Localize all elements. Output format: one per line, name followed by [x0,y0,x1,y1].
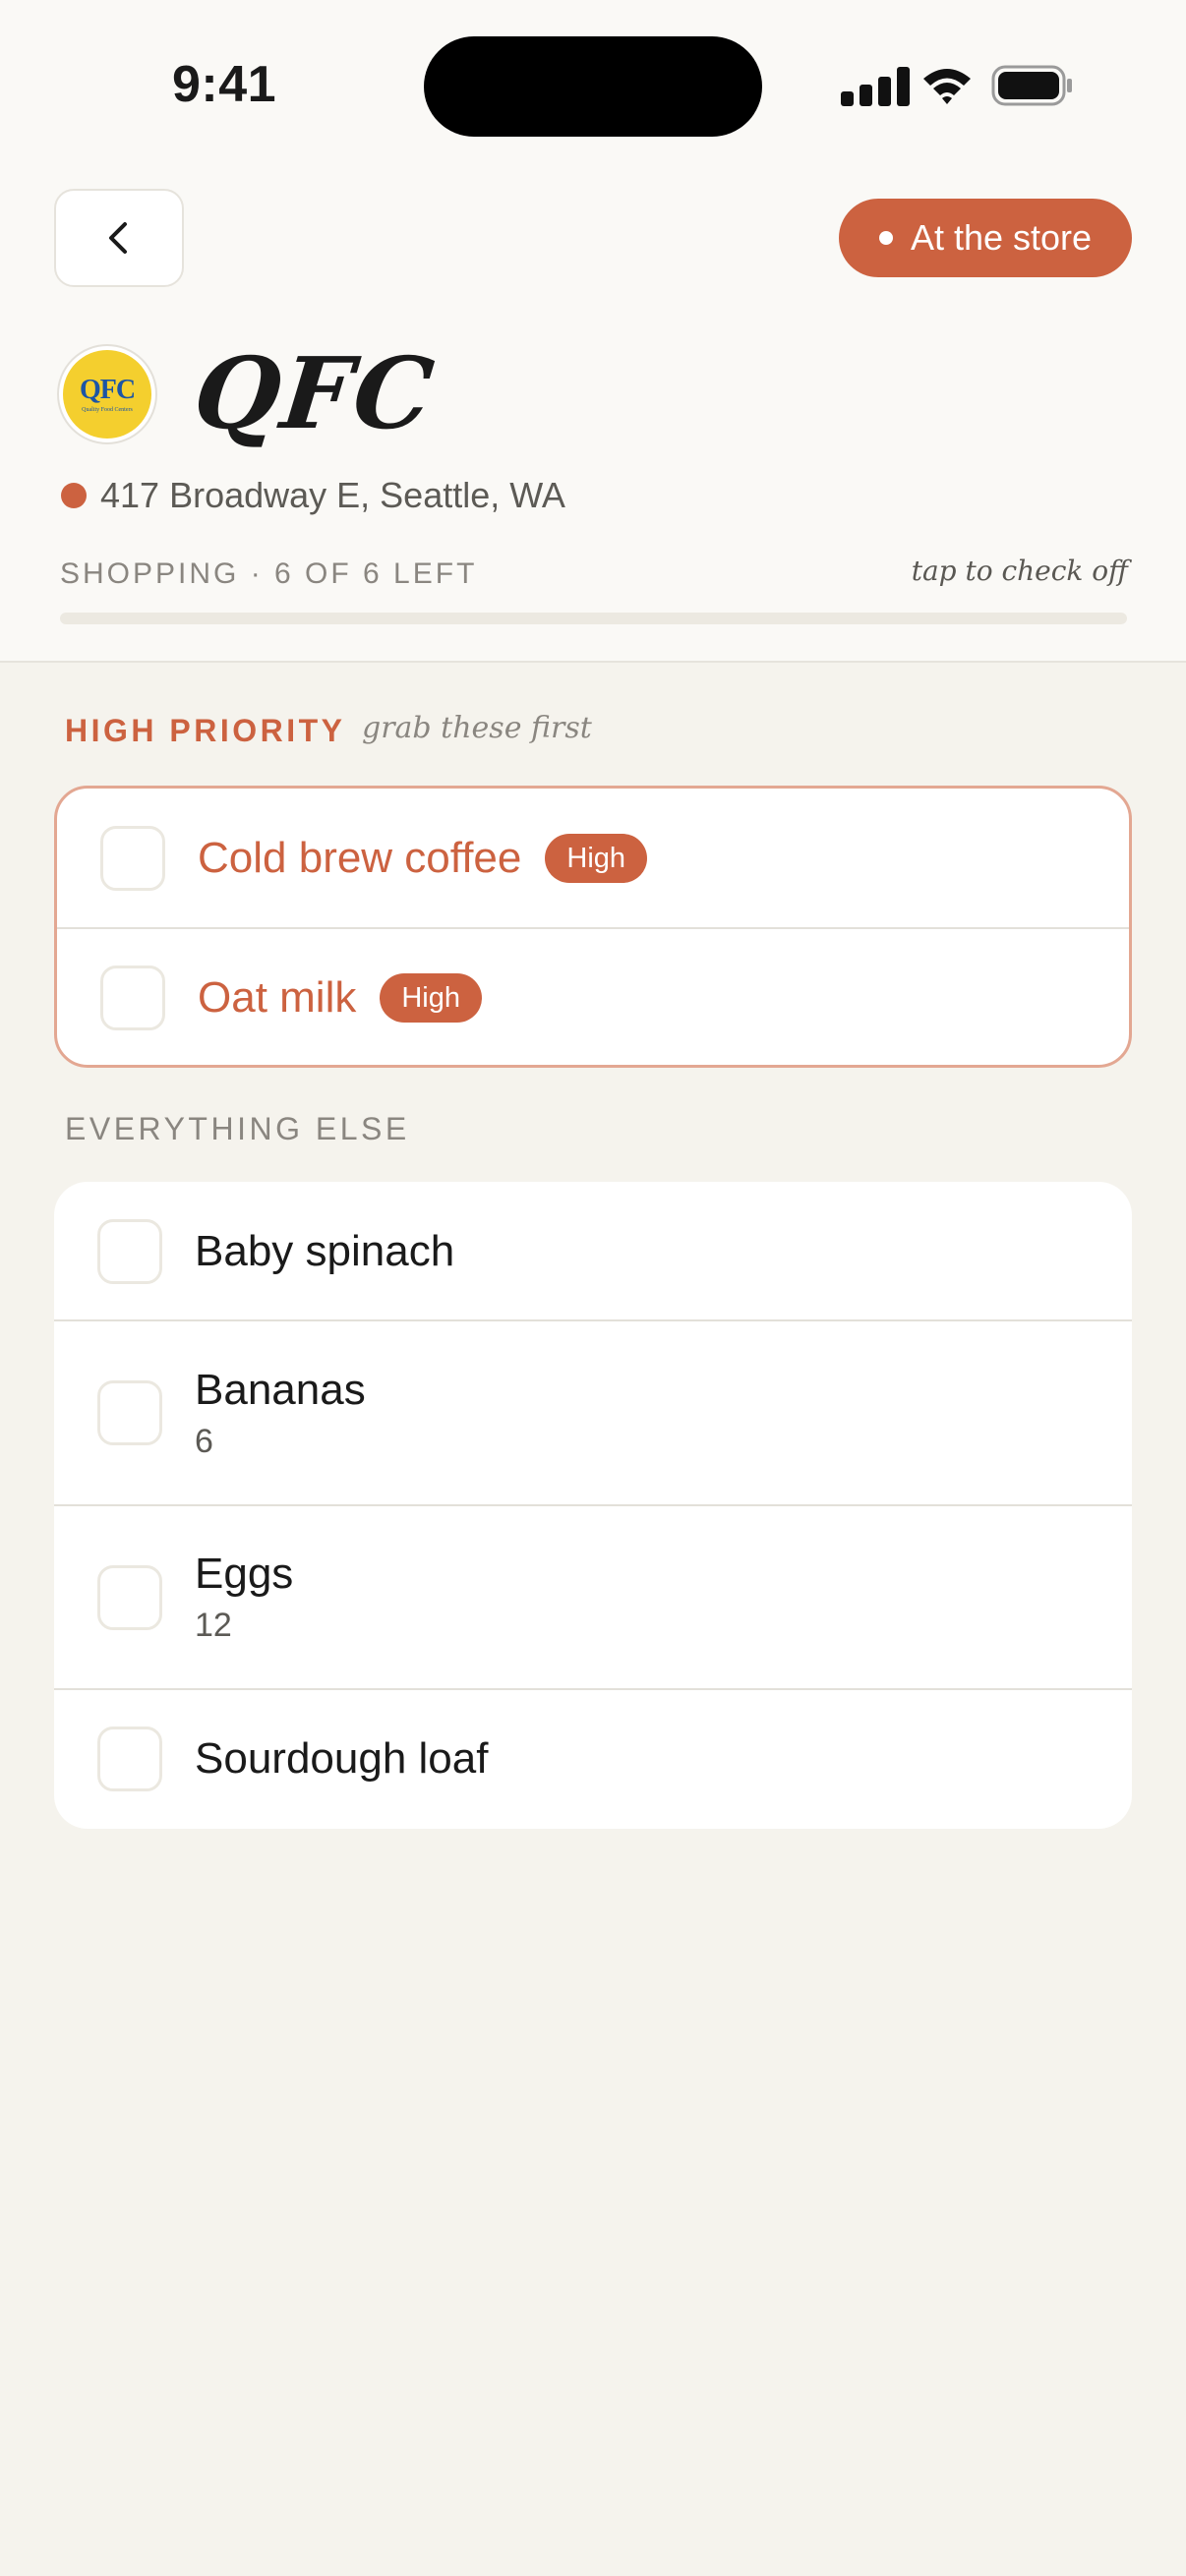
status-pill-label: At the store [910,217,1093,258]
location-dot-icon [61,483,87,508]
item-name: Cold brew coffee [198,834,522,882]
item-name: Baby spinach [195,1226,455,1275]
item-checkbox[interactable] [97,1564,162,1630]
list-item[interactable]: Bananas 6 [54,1320,1132,1505]
item-checkbox[interactable] [100,826,165,891]
item-quantity: 6 [195,1422,213,1460]
item-name: Bananas [195,1365,366,1414]
store-address: 417 Broadway E, Seattle, WA [61,475,565,516]
list-item[interactable]: Eggs 12 [54,1505,1132,1689]
everything-else-title: EVERYTHING ELSE [65,1111,410,1146]
chevron-left-icon [109,222,127,254]
logo-tagline: Quality Food Centers [82,406,133,413]
high-priority-list: Cold brew coffee High Oat milk High [54,786,1132,1068]
item-checkbox[interactable] [97,1727,162,1791]
everything-else-list: Baby spinach Bananas 6 Eggs 12 Sourdough… [54,1182,1132,1829]
item-checkbox[interactable] [100,966,165,1030]
item-name: Sourdough loaf [195,1734,489,1783]
list-item[interactable]: Baby spinach [54,1182,1132,1320]
cellular-signal-icon [841,67,914,106]
logo-text: QFC [79,374,136,405]
at-store-status-button[interactable]: At the store [839,199,1132,277]
wifi-icon [923,69,971,104]
list-item[interactable]: Cold brew coffee High [57,789,1129,928]
status-dot-icon [878,231,893,245]
store-logo: QFC Quality Food Centers [57,344,157,444]
item-checkbox[interactable] [97,1218,162,1284]
list-item[interactable]: Sourdough loaf [54,1689,1132,1829]
progress-label: SHOPPING · 6 OF 6 LEFT [60,557,478,590]
item-name: Oat milk [198,973,357,1022]
priority-badge: High [380,973,483,1023]
list-item[interactable]: Oat milk High [57,928,1129,1065]
high-priority-title: HIGH PRIORITY [65,713,346,748]
high-priority-note: grab these first [362,711,592,745]
back-button[interactable] [54,189,184,287]
dynamic-island [424,36,762,137]
store-name: QFC [188,335,441,451]
tap-hint: tap to check off [911,555,1128,587]
status-time: 9:41 [172,56,277,113]
progress-bar [60,613,1127,624]
address-text: 417 Broadway E, Seattle, WA [100,475,565,515]
battery-icon [991,65,1072,106]
item-checkbox[interactable] [97,1380,162,1445]
item-quantity: 12 [195,1607,232,1644]
priority-badge: High [545,834,648,883]
item-name: Eggs [195,1550,294,1598]
